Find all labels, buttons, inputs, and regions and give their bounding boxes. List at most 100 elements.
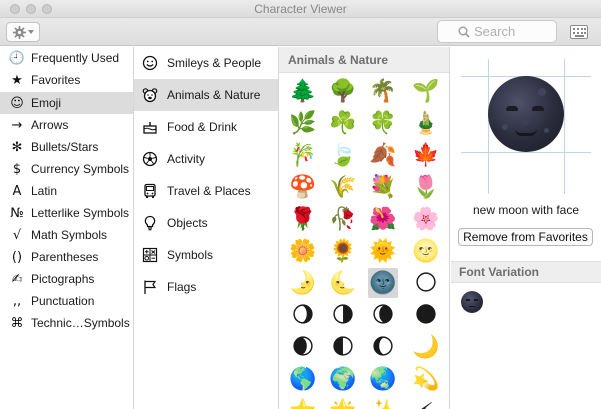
soccer-ball-icon: [141, 150, 159, 168]
sidebar-item-frequently-used[interactable]: 🕘 Frequently Used: [0, 47, 133, 69]
emoji-category-list: Smileys & People Animals & Nature Food & D…: [134, 47, 279, 409]
emoji-cell[interactable]: 🌑: [411, 300, 441, 330]
emoji-cell[interactable]: 🌹: [288, 204, 318, 234]
category-flags[interactable]: Flags: [134, 271, 278, 303]
sidebar-item-arrows[interactable]: → Arrows: [0, 114, 133, 136]
category-activity[interactable]: Activity: [134, 143, 278, 175]
search-field[interactable]: [437, 20, 557, 43]
sidebar-item-label: Favorites: [31, 73, 81, 87]
emoji-cell[interactable]: 🌓: [328, 332, 358, 362]
emoji-cell[interactable]: 🌳: [328, 76, 358, 106]
numero-icon: №: [10, 205, 24, 221]
bear-face-icon: [141, 86, 159, 104]
emoji-cell[interactable]: 🌿: [288, 108, 318, 138]
arrow-icon: →: [11, 117, 23, 133]
emoji-cell[interactable]: 🌜: [328, 268, 358, 298]
emoji-cell[interactable]: 🍂: [368, 140, 398, 170]
emoji-cell[interactable]: 🌍: [328, 364, 358, 394]
emoji-cell[interactable]: 💫: [411, 364, 441, 394]
sidebar-item-math-symbols[interactable]: √ Math Symbols: [0, 224, 133, 246]
category-food-drink[interactable]: Food & Drink: [134, 111, 278, 143]
character-name: new moon with face: [472, 203, 580, 217]
sidebar-item-bullets-stars[interactable]: ✻ Bullets/Stars: [0, 136, 133, 158]
emoji-cell[interactable]: 🌏: [368, 364, 398, 394]
character-grid-pane: Animals & Nature 🌲 🌳 🌴 🌱 🌿 ☘️ 🍀 🎍 🎋 🍃 🍂 🍁 🍄 🌾 💐 🌷 🌹 🥀 🌺 🌸 🌼 🌻…: [279, 47, 450, 409]
emoji-cell[interactable]: 🌺: [368, 204, 398, 234]
letter-a-icon: A: [12, 183, 22, 199]
emoji-cell[interactable]: 🌕: [411, 268, 441, 298]
sidebar-item-label: Math Symbols: [31, 228, 108, 242]
window-title: Character Viewer: [254, 2, 347, 16]
sidebar-item-punctuation[interactable]: ,, Punctuation: [0, 290, 133, 312]
emoji-cell[interactable]: 🌔: [368, 332, 398, 362]
square-root-icon: √: [12, 227, 22, 243]
sidebar-item-label: Latin: [31, 184, 58, 198]
new-moon-with-face-icon: [461, 291, 483, 313]
dollar-icon: $: [12, 161, 22, 177]
emoji-cell[interactable]: 🌻: [328, 236, 358, 266]
emoji-cell[interactable]: 🌝: [411, 236, 441, 266]
keyboard-viewer-icon[interactable]: [570, 25, 588, 39]
emoji-cell[interactable]: ⚡: [411, 396, 441, 409]
category-objects[interactable]: Objects: [134, 207, 278, 239]
emoji-cell[interactable]: 🍀: [368, 108, 398, 138]
search-input[interactable]: [456, 24, 556, 39]
sidebar-item-emoji[interactable]: ☺ Emoji: [0, 92, 133, 114]
sidebar-item-technic-symbols[interactable]: ⌘ Technic…Symbols: [0, 312, 133, 334]
sidebar-item-latin[interactable]: A Latin: [0, 180, 133, 202]
emoji-cell[interactable]: 🍁: [411, 140, 441, 170]
emoji-cell[interactable]: 🌼: [288, 236, 318, 266]
emoji-cell[interactable]: 🌲: [288, 76, 318, 106]
category-travel-places[interactable]: Travel & Places: [134, 175, 278, 207]
emoji-cell[interactable]: 🌸: [411, 204, 441, 234]
category-label: Smileys & People: [167, 56, 262, 70]
category-label: Symbols: [167, 248, 214, 262]
emoji-cell[interactable]: 🍃: [328, 140, 358, 170]
sidebar-item-pictographs[interactable]: ✍ Pictographs: [0, 268, 133, 290]
sidebar: 🕘 Frequently Used ★ Favorites ☺ Emoji → Arrows ✻…: [0, 47, 134, 409]
font-variant-item[interactable]: [461, 291, 483, 313]
emoji-cell[interactable]: ⭐: [288, 396, 318, 409]
emoji-cell[interactable]: 🥀: [328, 204, 358, 234]
emoji-cell[interactable]: ✨: [368, 396, 398, 409]
emoji-cell[interactable]: 💐: [368, 172, 398, 202]
sidebar-item-label: Bullets/Stars: [31, 140, 99, 154]
emoji-cell[interactable]: ☘️: [328, 108, 358, 138]
emoji-cell[interactable]: 🌘: [368, 300, 398, 330]
emoji-cell[interactable]: 🌙: [411, 332, 441, 362]
category-smileys-people[interactable]: Smileys & People: [134, 47, 278, 79]
category-label: Travel & Places: [167, 184, 251, 198]
emoji-cell[interactable]: 🌒: [288, 332, 318, 362]
guide-line: [461, 152, 591, 153]
smiley-face-icon: [141, 54, 159, 72]
action-menu-button[interactable]: [6, 22, 40, 42]
emoji-cell[interactable]: 🌷: [411, 172, 441, 202]
sidebar-item-label: Parentheses: [31, 250, 99, 264]
sidebar-item-label: Currency Symbols: [31, 162, 130, 176]
category-animals-nature[interactable]: Animals & Nature: [134, 79, 278, 111]
emoji-cell[interactable]: 🎋: [288, 140, 318, 170]
emoji-cell[interactable]: 🍄: [288, 172, 318, 202]
emoji-cell[interactable]: 🌾: [328, 172, 358, 202]
emoji-cell[interactable]: 🌎: [288, 364, 318, 394]
sidebar-item-letterlike-symbols[interactable]: № Letterlike Symbols: [0, 202, 133, 224]
emoji-cell[interactable]: 🌴: [368, 76, 398, 106]
emoji-cell[interactable]: 🌛: [288, 268, 318, 298]
emoji-cell[interactable]: 🌟: [328, 396, 358, 409]
sidebar-item-favorites[interactable]: ★ Favorites: [0, 69, 133, 91]
bus-icon: [141, 182, 159, 200]
remove-from-favorites-button[interactable]: Remove from Favorites: [458, 228, 593, 246]
chevron-down-icon: [27, 30, 34, 34]
emoji-cell[interactable]: 🌞: [368, 236, 398, 266]
command-icon: ⌘: [10, 315, 24, 331]
emoji-cell[interactable]: 🌖: [288, 300, 318, 330]
category-symbols[interactable]: Symbols: [134, 239, 278, 271]
emoji-cell[interactable]: 🌚: [368, 268, 398, 298]
sidebar-item-currency-symbols[interactable]: $ Currency Symbols: [0, 158, 133, 180]
emoji-cell[interactable]: 🌱: [411, 76, 441, 106]
sidebar-item-parentheses[interactable]: () Parentheses: [0, 246, 133, 268]
search-icon: [458, 26, 470, 41]
emoji-cell[interactable]: 🌗: [328, 300, 358, 330]
sidebar-item-label: Technic…Symbols: [31, 316, 130, 330]
emoji-cell[interactable]: 🎍: [411, 108, 441, 138]
